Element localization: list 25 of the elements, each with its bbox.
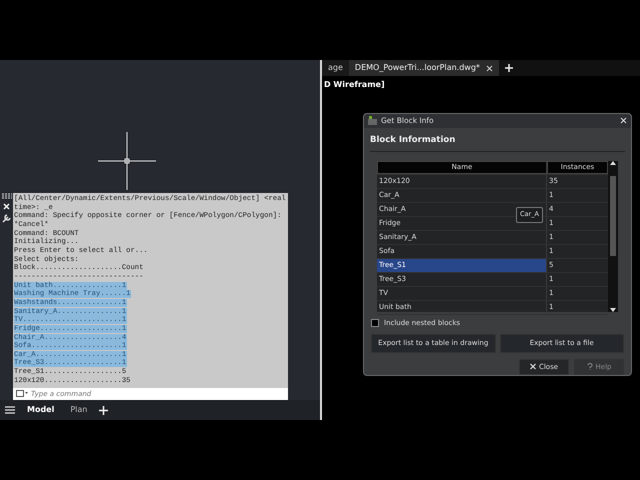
checkbox[interactable] bbox=[371, 318, 379, 327]
menu-icon[interactable] bbox=[5, 406, 15, 414]
crosshair-icon bbox=[98, 132, 156, 190]
down-arrow-icon[interactable] bbox=[610, 308, 616, 312]
app-icon bbox=[368, 116, 377, 126]
add-icon[interactable] bbox=[99, 406, 108, 414]
up-arrow-icon[interactable] bbox=[610, 160, 616, 164]
layout-tab[interactable]: Model bbox=[23, 403, 58, 417]
section-heading: Block Information bbox=[370, 134, 625, 152]
close-icon bbox=[530, 363, 536, 370]
scrollbar-thumb[interactable] bbox=[610, 176, 616, 256]
viewport-label[interactable]: D Wireframe] bbox=[322, 76, 640, 91]
close-icon[interactable] bbox=[620, 117, 627, 124]
document-tab[interactable]: DEMO_PowerTri...loorPlan.dwg* bbox=[348, 60, 499, 76]
document-tab[interactable]: age bbox=[322, 60, 349, 76]
command-icon[interactable] bbox=[13, 388, 31, 400]
grip-icon[interactable] bbox=[2, 193, 12, 199]
tab-label: DEMO_PowerTri...loorPlan.dwg* bbox=[354, 62, 480, 74]
layout-tab[interactable]: Plan bbox=[66, 403, 92, 417]
question-icon bbox=[586, 363, 593, 370]
tab-label: age bbox=[328, 62, 343, 74]
wrench-icon[interactable] bbox=[2, 214, 11, 223]
add-icon[interactable] bbox=[504, 64, 513, 72]
scrollbar[interactable] bbox=[608, 160, 618, 312]
close-icon[interactable] bbox=[486, 64, 493, 72]
